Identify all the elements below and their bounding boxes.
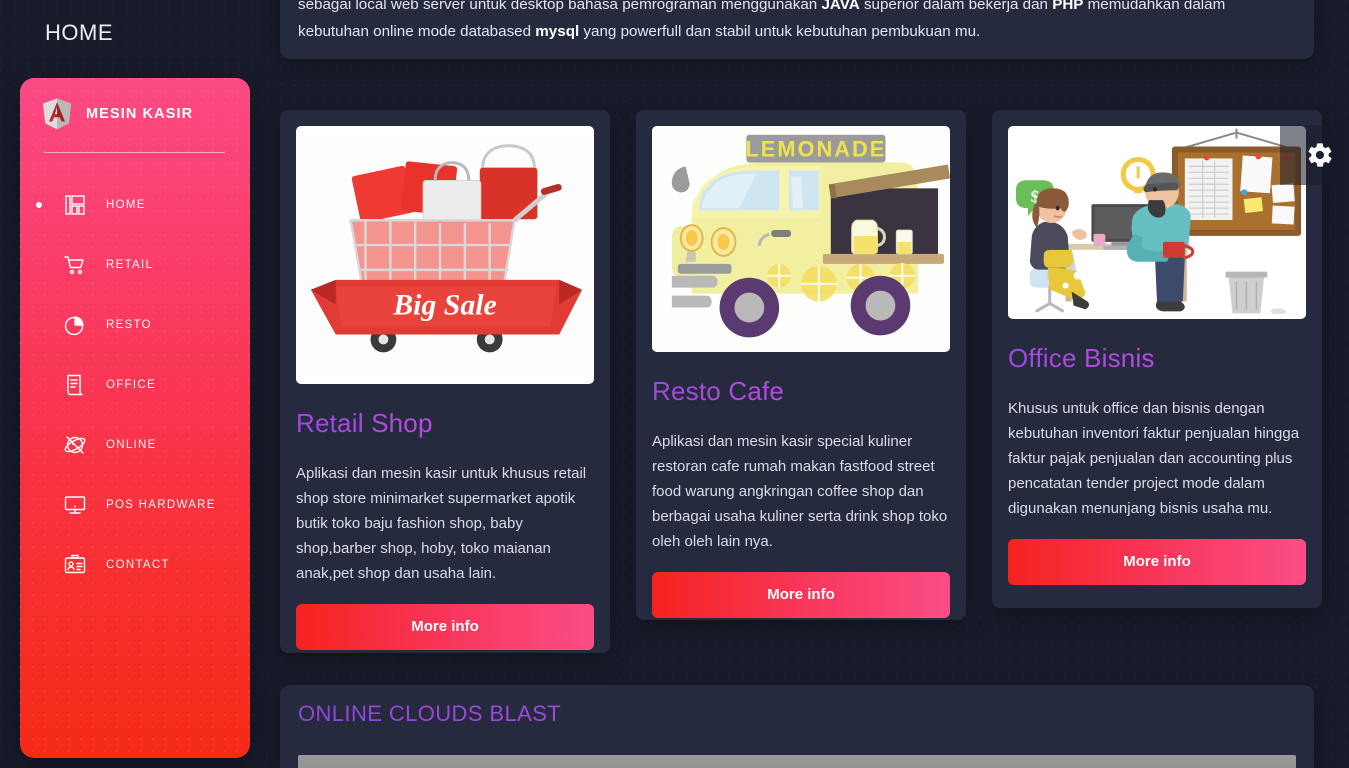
sidebar-item-label: RESTO (106, 319, 152, 331)
more-info-button[interactable]: More info (296, 604, 594, 650)
more-info-button[interactable]: More info (1008, 539, 1306, 585)
brand-name: MESIN KASIR (86, 106, 194, 122)
more-info-button[interactable]: More info (652, 572, 950, 618)
intro-seg: superior dalam bekerja dan (859, 0, 1053, 13)
intro-seg: yang powerfull dan stabil untuk kebutuha… (579, 23, 981, 40)
sidebar-item-pos-hardware[interactable]: POS HARDWARE (20, 475, 250, 535)
sidebar-item-label: ONLINE (106, 439, 157, 451)
card-title: Retail Shop (296, 408, 594, 439)
settings-button[interactable] (1303, 138, 1337, 172)
sidebar-item-contact[interactable]: CONTACT (20, 535, 250, 595)
section-toolbar[interactable] (298, 755, 1296, 768)
sidebar-item-home[interactable]: HOME (20, 175, 250, 235)
intro-seg-bold: mysql (535, 23, 580, 40)
intro-paragraph: mode untuk kebutuhan akses via smartphon… (298, 0, 1296, 45)
sidebar-item-label: CONTACT (106, 559, 170, 571)
intro-seg: sebagai local web server untuk desktop b… (298, 0, 822, 13)
active-bullet (36, 202, 42, 208)
sidebar-item-label: POS HARDWARE (106, 499, 216, 511)
angular-shield-icon (42, 98, 72, 130)
intro-panel: mode untuk kebutuhan akses via smartphon… (280, 0, 1314, 59)
shopping-cart-icon (62, 252, 88, 278)
sidebar-item-office[interactable]: OFFICE (20, 355, 250, 415)
card-description: Khusus untuk office dan bisnis dengan ke… (1008, 400, 1300, 517)
brand[interactable]: MESIN KASIR (20, 78, 250, 130)
sidebar-item-label: RETAIL (106, 259, 154, 271)
page-title: HOME (45, 20, 113, 45)
section-title: ONLINE CLOUDS BLAST (298, 701, 1296, 727)
sidebar-item-retail[interactable]: RETAIL (20, 235, 250, 295)
intro-seg-bold: PHP (1052, 0, 1084, 13)
sidebar-item-label: HOME (106, 199, 146, 211)
gear-icon (1306, 141, 1334, 169)
card-title: Resto Cafe (652, 376, 950, 407)
globe-network-icon (62, 432, 88, 458)
main-content: mode untuk kebutuhan akses via smartphon… (264, 0, 1349, 768)
brand-divider (44, 152, 225, 153)
shopping-cart-big-sale-illustration: Big Sale (296, 126, 594, 384)
card-office-bisnis: $ Office Bisnis Khusus untuk office dan … (992, 110, 1322, 608)
card-retail-shop: Big Sale Retail Shop Aplikasi dan mesin … (280, 110, 610, 653)
sidebar-item-resto[interactable]: RESTO (20, 295, 250, 355)
lemonade-food-truck-illustration: LEMONADE (652, 126, 950, 352)
card-title: Office Bisnis (1008, 343, 1306, 374)
sidebar: MESIN KASIR HOME RETAIL RESTO OFFICE ONL… (20, 78, 250, 758)
online-clouds-blast-section: ONLINE CLOUDS BLAST (280, 685, 1314, 768)
intro-seg-bold: JAVA (821, 0, 860, 13)
sidebar-item-label: OFFICE (106, 379, 156, 391)
sidebar-item-online[interactable]: ONLINE (20, 415, 250, 475)
office-workers-illustration: $ (1008, 126, 1306, 319)
sidebar-nav: HOME RETAIL RESTO OFFICE ONLINE POS HARD… (20, 175, 250, 595)
card-description: Aplikasi dan mesin kasir special kuliner… (652, 433, 948, 550)
pie-chart-icon (62, 312, 88, 338)
svg-text:Big Sale: Big Sale (392, 289, 496, 322)
card-description: Aplikasi dan mesin kasir untuk khusus re… (296, 465, 587, 582)
app-root: HOME MESIN KASIR HOME RETAIL RESTO OFFIC… (0, 0, 1349, 768)
dashboard-grid-icon (62, 192, 88, 218)
card-resto-cafe: LEMONADE Resto Cafe Aplikasi dan mesin k… (636, 110, 966, 620)
id-card-icon (62, 552, 88, 578)
svg-text:LEMONADE: LEMONADE (745, 137, 886, 162)
document-list-icon (62, 372, 88, 398)
monitor-screen-icon (62, 492, 88, 518)
